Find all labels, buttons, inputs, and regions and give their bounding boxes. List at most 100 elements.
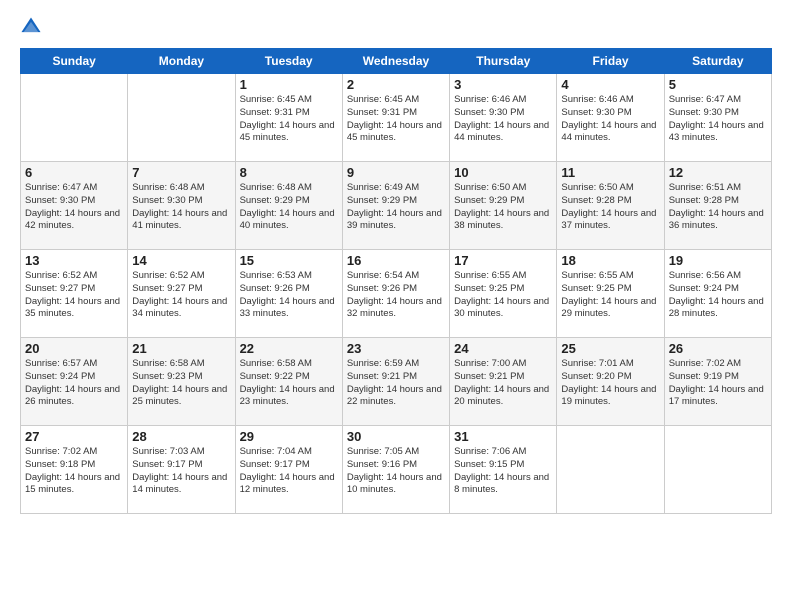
calendar-row-4: 20 Sunrise: 6:57 AM Sunset: 9:24 PM Dayli… — [21, 338, 772, 426]
weekday-header-row: SundayMondayTuesdayWednesdayThursdayFrid… — [21, 49, 772, 74]
calendar-cell: 13 Sunrise: 6:52 AM Sunset: 9:27 PM Dayli… — [21, 250, 128, 338]
calendar-cell: 2 Sunrise: 6:45 AM Sunset: 9:31 PM Daylig… — [342, 74, 449, 162]
header — [20, 16, 772, 38]
day-number: 11 — [561, 165, 659, 180]
day-number: 31 — [454, 429, 552, 444]
calendar-cell: 4 Sunrise: 6:46 AM Sunset: 9:30 PM Daylig… — [557, 74, 664, 162]
calendar-cell: 26Sunrise: 7:02 AM Sunset: 9:19 PM Dayli… — [664, 338, 771, 426]
calendar-cell: 3Sunrise: 6:46 AM Sunset: 9:30 PM Daylig… — [450, 74, 557, 162]
calendar-cell: 12 Sunrise: 6:51 AM Sunset: 9:28 PM Dayli… — [664, 162, 771, 250]
weekday-header-sunday: Sunday — [21, 49, 128, 74]
day-number: 4 — [561, 77, 659, 92]
day-number: 23 — [347, 341, 445, 356]
day-info: Sunrise: 6:58 AM Sunset: 9:22 PM Dayligh… — [240, 358, 338, 409]
day-number: 24 — [454, 341, 552, 356]
day-number: 29 — [240, 429, 338, 444]
day-info: Sunrise: 6:55 AM Sunset: 9:25 PM Dayligh… — [561, 270, 659, 321]
calendar-row-3: 13 Sunrise: 6:52 AM Sunset: 9:27 PM Dayli… — [21, 250, 772, 338]
weekday-header-saturday: Saturday — [664, 49, 771, 74]
day-number: 18 — [561, 253, 659, 268]
day-info: Sunrise: 7:01 AM Sunset: 9:20 PM Dayligh… — [561, 358, 659, 409]
day-number: 22 — [240, 341, 338, 356]
day-number: 14 — [132, 253, 230, 268]
calendar-cell — [21, 74, 128, 162]
day-info: Sunrise: 7:06 AM Sunset: 9:15 PM Dayligh… — [454, 446, 552, 497]
day-number: 5 — [669, 77, 767, 92]
calendar-cell — [557, 426, 664, 514]
weekday-header-friday: Friday — [557, 49, 664, 74]
day-number: 13 — [25, 253, 123, 268]
day-number: 2 — [347, 77, 445, 92]
calendar-cell: 22 Sunrise: 6:58 AM Sunset: 9:22 PM Dayli… — [235, 338, 342, 426]
day-info: Sunrise: 6:45 AM Sunset: 9:31 PM Dayligh… — [347, 94, 445, 145]
day-info: Sunrise: 6:56 AM Sunset: 9:24 PM Dayligh… — [669, 270, 767, 321]
calendar-cell: 10Sunrise: 6:50 AM Sunset: 9:29 PM Dayli… — [450, 162, 557, 250]
calendar-cell: 24Sunrise: 7:00 AM Sunset: 9:21 PM Dayli… — [450, 338, 557, 426]
day-info: Sunrise: 6:47 AM Sunset: 9:30 PM Dayligh… — [669, 94, 767, 145]
day-number: 30 — [347, 429, 445, 444]
day-info: Sunrise: 6:58 AM Sunset: 9:23 PM Dayligh… — [132, 358, 230, 409]
calendar-row-2: 6 Sunrise: 6:47 AM Sunset: 9:30 PM Daylig… — [21, 162, 772, 250]
day-info: Sunrise: 6:54 AM Sunset: 9:26 PM Dayligh… — [347, 270, 445, 321]
day-number: 17 — [454, 253, 552, 268]
day-info: Sunrise: 6:55 AM Sunset: 9:25 PM Dayligh… — [454, 270, 552, 321]
logo-icon — [20, 16, 42, 38]
calendar-cell: 14 Sunrise: 6:52 AM Sunset: 9:27 PM Dayli… — [128, 250, 235, 338]
weekday-header-tuesday: Tuesday — [235, 49, 342, 74]
weekday-header-wednesday: Wednesday — [342, 49, 449, 74]
calendar-cell: 1 Sunrise: 6:45 AM Sunset: 9:31 PM Daylig… — [235, 74, 342, 162]
day-info: Sunrise: 6:47 AM Sunset: 9:30 PM Dayligh… — [25, 182, 123, 233]
calendar-cell: 23 Sunrise: 6:59 AM Sunset: 9:21 PM Dayli… — [342, 338, 449, 426]
calendar-row-1: 1 Sunrise: 6:45 AM Sunset: 9:31 PM Daylig… — [21, 74, 772, 162]
calendar-cell: 20 Sunrise: 6:57 AM Sunset: 9:24 PM Dayli… — [21, 338, 128, 426]
day-info: Sunrise: 6:50 AM Sunset: 9:28 PM Dayligh… — [561, 182, 659, 233]
day-info: Sunrise: 7:02 AM Sunset: 9:19 PM Dayligh… — [669, 358, 767, 409]
calendar-row-5: 27Sunrise: 7:02 AM Sunset: 9:18 PM Dayli… — [21, 426, 772, 514]
weekday-header-monday: Monday — [128, 49, 235, 74]
day-number: 6 — [25, 165, 123, 180]
calendar-cell: 8 Sunrise: 6:48 AM Sunset: 9:29 PM Daylig… — [235, 162, 342, 250]
day-number: 19 — [669, 253, 767, 268]
day-info: Sunrise: 6:59 AM Sunset: 9:21 PM Dayligh… — [347, 358, 445, 409]
calendar-table: SundayMondayTuesdayWednesdayThursdayFrid… — [20, 48, 772, 514]
page: SundayMondayTuesdayWednesdayThursdayFrid… — [0, 0, 792, 612]
calendar-cell: 5 Sunrise: 6:47 AM Sunset: 9:30 PM Daylig… — [664, 74, 771, 162]
day-number: 9 — [347, 165, 445, 180]
calendar-cell: 19 Sunrise: 6:56 AM Sunset: 9:24 PM Dayli… — [664, 250, 771, 338]
day-number: 15 — [240, 253, 338, 268]
calendar-cell: 31 Sunrise: 7:06 AM Sunset: 9:15 PM Dayli… — [450, 426, 557, 514]
logo — [20, 16, 46, 38]
calendar-cell: 27Sunrise: 7:02 AM Sunset: 9:18 PM Dayli… — [21, 426, 128, 514]
weekday-header-thursday: Thursday — [450, 49, 557, 74]
day-number: 12 — [669, 165, 767, 180]
day-number: 1 — [240, 77, 338, 92]
calendar-cell: 25 Sunrise: 7:01 AM Sunset: 9:20 PM Dayli… — [557, 338, 664, 426]
day-info: Sunrise: 6:51 AM Sunset: 9:28 PM Dayligh… — [669, 182, 767, 233]
calendar-cell: 16 Sunrise: 6:54 AM Sunset: 9:26 PM Dayli… — [342, 250, 449, 338]
day-info: Sunrise: 6:45 AM Sunset: 9:31 PM Dayligh… — [240, 94, 338, 145]
day-info: Sunrise: 7:05 AM Sunset: 9:16 PM Dayligh… — [347, 446, 445, 497]
calendar-cell: 29 Sunrise: 7:04 AM Sunset: 9:17 PM Dayli… — [235, 426, 342, 514]
calendar-cell: 28 Sunrise: 7:03 AM Sunset: 9:17 PM Dayli… — [128, 426, 235, 514]
day-info: Sunrise: 6:46 AM Sunset: 9:30 PM Dayligh… — [561, 94, 659, 145]
day-number: 10 — [454, 165, 552, 180]
day-info: Sunrise: 6:48 AM Sunset: 9:29 PM Dayligh… — [240, 182, 338, 233]
day-info: Sunrise: 7:04 AM Sunset: 9:17 PM Dayligh… — [240, 446, 338, 497]
day-number: 16 — [347, 253, 445, 268]
day-info: Sunrise: 6:52 AM Sunset: 9:27 PM Dayligh… — [25, 270, 123, 321]
day-info: Sunrise: 6:57 AM Sunset: 9:24 PM Dayligh… — [25, 358, 123, 409]
day-info: Sunrise: 6:46 AM Sunset: 9:30 PM Dayligh… — [454, 94, 552, 145]
day-info: Sunrise: 7:02 AM Sunset: 9:18 PM Dayligh… — [25, 446, 123, 497]
calendar-cell: 18 Sunrise: 6:55 AM Sunset: 9:25 PM Dayli… — [557, 250, 664, 338]
calendar-cell: 21 Sunrise: 6:58 AM Sunset: 9:23 PM Dayli… — [128, 338, 235, 426]
day-number: 21 — [132, 341, 230, 356]
day-number: 25 — [561, 341, 659, 356]
day-number: 8 — [240, 165, 338, 180]
calendar-cell: 7Sunrise: 6:48 AM Sunset: 9:30 PM Daylig… — [128, 162, 235, 250]
day-number: 28 — [132, 429, 230, 444]
day-number: 20 — [25, 341, 123, 356]
day-info: Sunrise: 6:52 AM Sunset: 9:27 PM Dayligh… — [132, 270, 230, 321]
calendar-cell: 9Sunrise: 6:49 AM Sunset: 9:29 PM Daylig… — [342, 162, 449, 250]
calendar-cell: 17 Sunrise: 6:55 AM Sunset: 9:25 PM Dayli… — [450, 250, 557, 338]
day-info: Sunrise: 7:03 AM Sunset: 9:17 PM Dayligh… — [132, 446, 230, 497]
